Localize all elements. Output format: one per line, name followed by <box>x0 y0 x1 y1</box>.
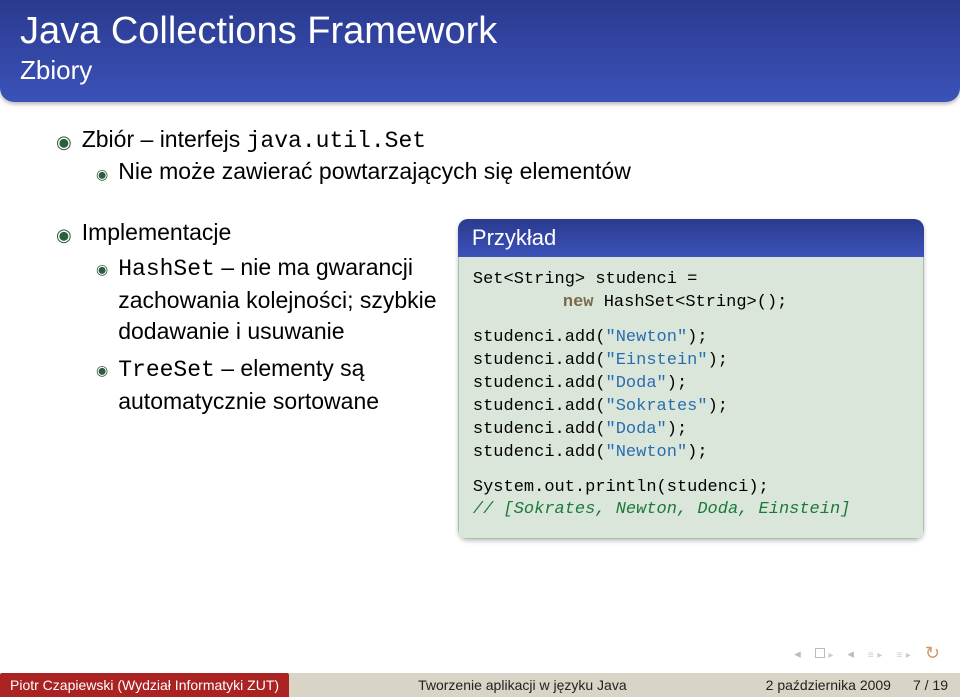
nav-back-icon[interactable]: ◂ <box>847 646 854 662</box>
code-line: studenci.add("Newton"); <box>473 327 909 350</box>
footer-page: 7 / 19 <box>901 673 960 697</box>
intro-sub-bullet: ◉ Nie może zawierać powtarzających się e… <box>96 158 924 185</box>
footer-center: Tworzenie aplikacji w języku Java <box>289 673 756 697</box>
example-title: Przykład <box>458 219 924 257</box>
code-line: studenci.add("Newton"); <box>473 442 909 465</box>
sub-bullet-icon: ◉ <box>96 166 108 183</box>
bullet-icon: ◉ <box>56 132 72 153</box>
intro-text: Zbiór – interfejs java.util.Set <box>82 126 426 154</box>
nav-next-icon[interactable]: ≡ ▸ <box>896 646 911 661</box>
sub-bullet-icon: ◉ <box>96 260 108 279</box>
footer-bar: Piotr Czapiewski (Wydział Informatyki ZU… <box>0 670 960 700</box>
slide-subtitle: Zbiory <box>20 55 940 86</box>
example-box: Przykład Set<String> studenci = new Hash… <box>458 219 924 539</box>
bullet-icon: ◉ <box>56 225 72 246</box>
slide-title: Java Collections Framework <box>20 10 940 53</box>
code-line: Set<String> studenci = <box>473 269 909 292</box>
slide-header: Java Collections Framework Zbiory <box>0 0 960 102</box>
impl-heading-row: ◉ Implementacje <box>56 219 438 246</box>
intro-sub-text: Nie może zawierać powtarzających się ele… <box>118 158 631 185</box>
slide-content: ◉ Zbiór – interfejs java.util.Set ◉ Nie … <box>0 102 960 539</box>
impl-item-text: HashSet – nie ma gwarancji zachowania ko… <box>118 252 438 347</box>
sub-bullet-icon: ◉ <box>96 361 108 380</box>
impl-heading: Implementacje <box>82 219 232 246</box>
code-line: new HashSet<String>(); <box>473 292 909 315</box>
code-comment: // [Sokrates, Newton, Doda, Einstein] <box>473 499 909 522</box>
nav-prev-icon[interactable]: ▸ <box>815 646 834 661</box>
nav-loop-icon[interactable]: ↻ <box>925 643 940 664</box>
code-line: studenci.add("Sokrates"); <box>473 396 909 419</box>
code-line: studenci.add("Doda"); <box>473 373 909 396</box>
example-code: Set<String> studenci = new HashSet<Strin… <box>458 257 924 539</box>
two-columns: ◉ Implementacje ◉ HashSet – nie ma gwara… <box>56 219 924 539</box>
footer-author: Piotr Czapiewski (Wydział Informatyki ZU… <box>0 673 289 697</box>
code-line: studenci.add("Einstein"); <box>473 350 909 373</box>
impl-item: ◉ TreeSet – elementy są automatycznie so… <box>96 353 438 417</box>
right-column: Przykład Set<String> studenci = new Hash… <box>458 219 924 539</box>
intro-bullet: ◉ Zbiór – interfejs java.util.Set <box>56 126 924 154</box>
nav-fwd-icon[interactable]: ≡ ▸ <box>868 646 883 661</box>
nav-first-icon[interactable]: ◂ <box>794 646 801 662</box>
code-line: studenci.add("Doda"); <box>473 419 909 442</box>
footer-date: 2 października 2009 <box>756 673 901 697</box>
nav-icons: ◂ ▸ ◂ ≡ ▸ ≡ ▸ ↻ <box>794 643 940 664</box>
left-column: ◉ Implementacje ◉ HashSet – nie ma gwara… <box>56 219 438 539</box>
impl-item: ◉ HashSet – nie ma gwarancji zachowania … <box>96 252 438 347</box>
impl-item-text: TreeSet – elementy są automatycznie sort… <box>118 353 438 417</box>
code-line: System.out.println(studenci); <box>473 477 909 500</box>
